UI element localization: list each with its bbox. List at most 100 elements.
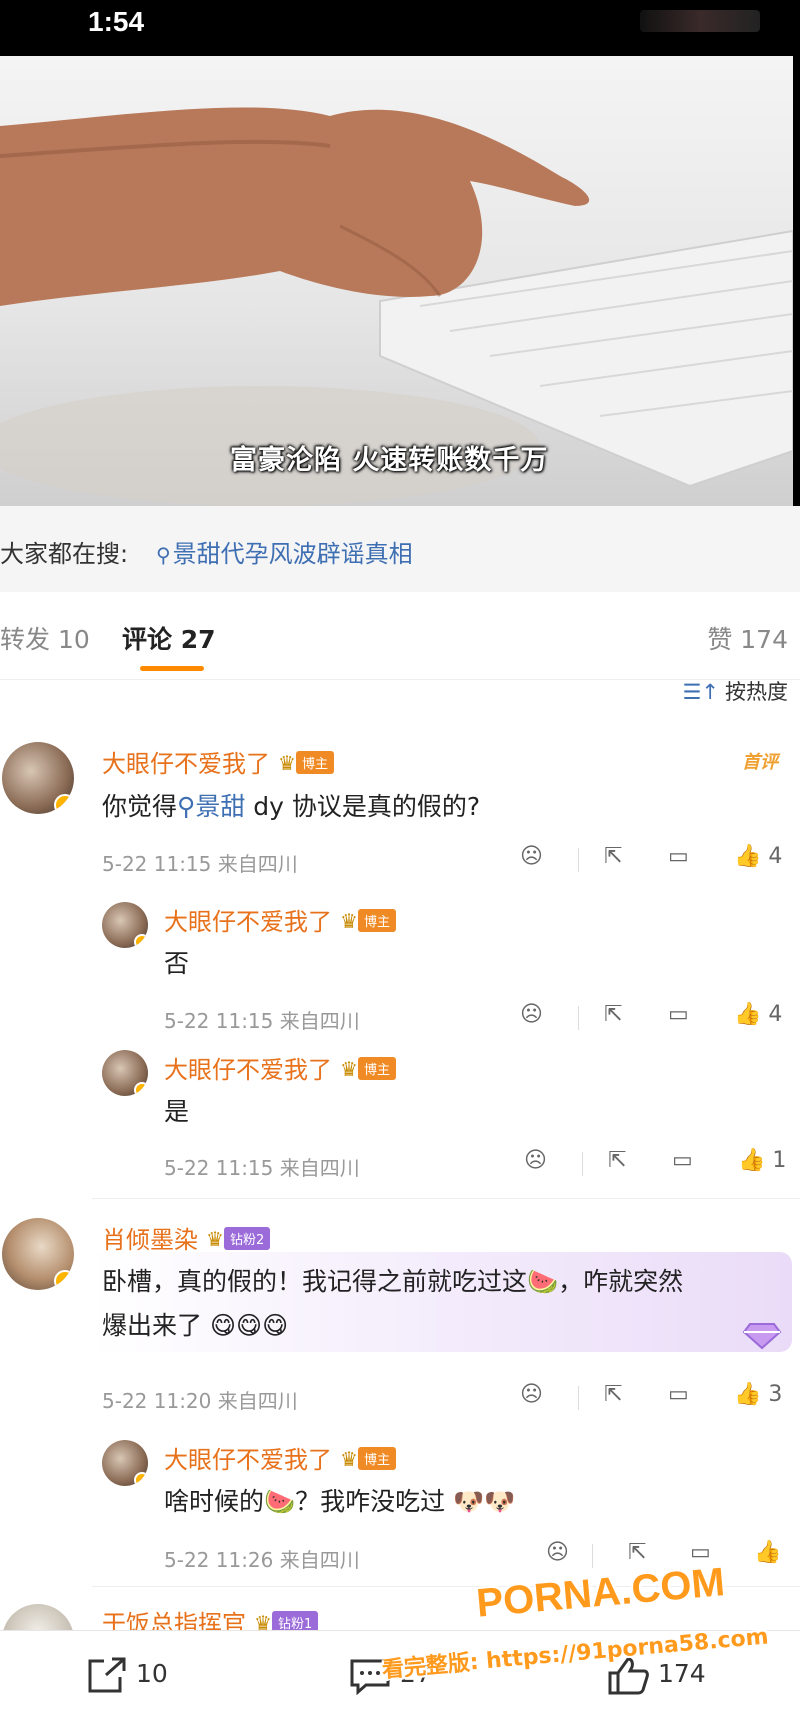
sort-button[interactable]: ☰↑ 按热度 <box>683 676 788 706</box>
comment-actions: ☹ ⇱ ▭ 👍 <box>546 1540 796 1572</box>
dislike-icon[interactable]: ☹ <box>520 1382 543 1407</box>
video-frame[interactable]: 富豪沦陷 火速转账数千万 <box>0 56 793 506</box>
comment-actions: ☹ ⇱ ▭ 👍 1 <box>524 1148 794 1180</box>
comment-text: 你觉得⚲景甜 dy 协议是真的假的? <box>102 792 481 821</box>
comment-author[interactable]: 大眼仔不爱我了 ♛ 博主 <box>164 1440 396 1475</box>
comment-author[interactable]: 大眼仔不爱我了 ♛ 博主 <box>102 744 334 779</box>
tab-bar: 转发 10 评论 27 赞 174 <box>0 592 800 680</box>
verified-badge-icon <box>134 1472 148 1486</box>
repost-icon <box>88 1657 126 1693</box>
like-icon: 👍 <box>734 844 762 869</box>
like-button[interactable]: 👍 1 <box>738 1148 786 1173</box>
reply-icon[interactable]: ▭ <box>668 1002 689 1027</box>
reply-icon[interactable]: ▭ <box>668 844 689 869</box>
comment-meta: 5-22 11:15 来自四川 <box>164 1009 360 1033</box>
comment-author[interactable]: 大眼仔不爱我了 ♛ 博主 <box>164 902 396 937</box>
tab-comments[interactable]: 评论 27 <box>122 620 216 656</box>
status-bar: 1:54 <box>0 0 800 56</box>
avatar[interactable] <box>2 742 74 814</box>
comment-text-line2: 爆出来了 😋😋😋 <box>102 1311 289 1340</box>
dislike-icon[interactable]: ☹ <box>546 1540 569 1565</box>
comment-meta: 5-22 11:15 来自四川 <box>164 1156 360 1180</box>
avatar[interactable] <box>2 1218 74 1290</box>
like-icon <box>608 1657 649 1695</box>
crown-icon: ♛ <box>206 1227 224 1251</box>
first-comment-tag: 首评 <box>742 752 778 773</box>
author-badge: 博主 <box>357 1057 396 1080</box>
divider <box>92 1586 800 1587</box>
comment-actions: ☹ ⇱ ▭ 👍 3 <box>520 1382 790 1414</box>
tab-repost[interactable]: 转发 10 <box>0 620 90 656</box>
comment-meta: 5-22 11:20 来自四川 <box>102 1389 298 1413</box>
verified-badge-icon <box>54 1270 74 1290</box>
author-badge: 博主 <box>295 751 334 774</box>
status-time: 1:54 <box>88 6 145 37</box>
like-button[interactable]: 👍 4 <box>734 1002 782 1027</box>
comment-text: 卧槽，真的假的！我记得之前就吃过这🍉，咋就突然 <box>102 1267 684 1296</box>
verified-badge-icon <box>134 1082 148 1096</box>
topic-link[interactable]: ⚲景甜 <box>177 792 245 821</box>
reply-icon[interactable]: ▭ <box>668 1382 689 1407</box>
tab-likes[interactable]: 赞 174 <box>707 620 788 656</box>
divider <box>92 1198 800 1199</box>
avatar[interactable] <box>102 902 148 948</box>
comment-author[interactable]: 大眼仔不爱我了 ♛ 博主 <box>164 1050 396 1085</box>
crown-icon: ♛ <box>340 1447 358 1471</box>
dislike-icon[interactable]: ☹ <box>520 1002 543 1027</box>
bottom-action-bar: 10 27 174 <box>0 1630 800 1720</box>
watermelon-icon: 🍉 <box>527 1267 559 1296</box>
search-icon: ⚲ <box>177 792 196 821</box>
crown-icon: ♛ <box>340 1057 358 1081</box>
comment-text: 否 <box>164 949 190 978</box>
reply-icon[interactable]: ▭ <box>672 1148 693 1173</box>
comment-meta: 5-22 11:26 来自四川 <box>164 1548 360 1572</box>
watermelon-icon: 🍉 <box>264 1487 296 1516</box>
share-icon[interactable]: ⇱ <box>604 844 622 869</box>
share-icon[interactable]: ⇱ <box>608 1148 626 1173</box>
avatar[interactable] <box>102 1050 148 1096</box>
comment-actions: ☹ ⇱ ▭ 👍 4 <box>520 844 790 876</box>
comment-icon <box>350 1659 390 1696</box>
comment-actions: ☹ ⇱ ▭ 👍 4 <box>520 1002 790 1034</box>
drooling-emoji-icon: 😋😋😋 <box>209 1311 289 1340</box>
like-icon: 👍 <box>738 1148 766 1173</box>
trending-label: 大家都在搜: <box>0 540 129 568</box>
author-badge: 博主 <box>357 909 396 932</box>
like-button[interactable]: 👍 <box>754 1540 781 1565</box>
sort-icon: ☰↑ <box>682 680 719 704</box>
dislike-icon[interactable]: ☹ <box>524 1148 547 1173</box>
avatar[interactable] <box>102 1440 148 1486</box>
verified-badge-icon <box>134 934 148 948</box>
repost-button[interactable]: 10 <box>84 1655 168 1695</box>
like-icon: 👍 <box>734 1002 762 1027</box>
diamond-icon <box>742 1323 782 1350</box>
comment-text: 啥时候的🍉？我咋没吃过 🐶🐶 <box>164 1487 516 1516</box>
doge-emoji-icon: 🐶🐶 <box>453 1487 516 1516</box>
video-caption: 富豪沦陷 火速转账数千万 <box>230 445 549 476</box>
trending-search-link[interactable]: ⚲景甜代孕风波辟谣真相 <box>156 534 413 569</box>
comment-meta: 5-22 11:15 来自四川 <box>102 852 298 876</box>
fan-badge: 钻粉2 <box>223 1227 271 1250</box>
like-icon: 👍 <box>734 1382 762 1407</box>
reply-icon[interactable]: ▭ <box>690 1540 711 1565</box>
crown-icon: ♛ <box>278 751 296 775</box>
trending-search-row: 大家都在搜: ⚲景甜代孕风波辟谣真相 <box>0 506 800 592</box>
comment-button[interactable]: 27 <box>348 1655 432 1696</box>
video-edge <box>793 56 800 506</box>
share-icon[interactable]: ⇱ <box>604 1382 622 1407</box>
sort-label: 按热度 <box>725 680 788 704</box>
share-icon[interactable]: ⇱ <box>604 1002 622 1027</box>
trending-query: 景甜代孕风波辟谣真相 <box>172 540 413 568</box>
like-button[interactable]: 👍 3 <box>734 1382 782 1407</box>
like-button[interactable]: 174 <box>606 1655 706 1695</box>
share-icon[interactable]: ⇱ <box>628 1540 646 1565</box>
like-icon: 👍 <box>754 1540 782 1565</box>
like-button[interactable]: 👍 4 <box>734 844 782 869</box>
comment-author[interactable]: 肖倾墨染 ♛ 钻粉2 <box>102 1220 271 1255</box>
author-badge: 博主 <box>357 1447 396 1470</box>
crown-icon: ♛ <box>340 909 358 933</box>
status-icons <box>560 6 760 36</box>
comment-text: 是 <box>164 1097 190 1126</box>
verified-badge-icon <box>54 794 74 814</box>
dislike-icon[interactable]: ☹ <box>520 844 543 869</box>
